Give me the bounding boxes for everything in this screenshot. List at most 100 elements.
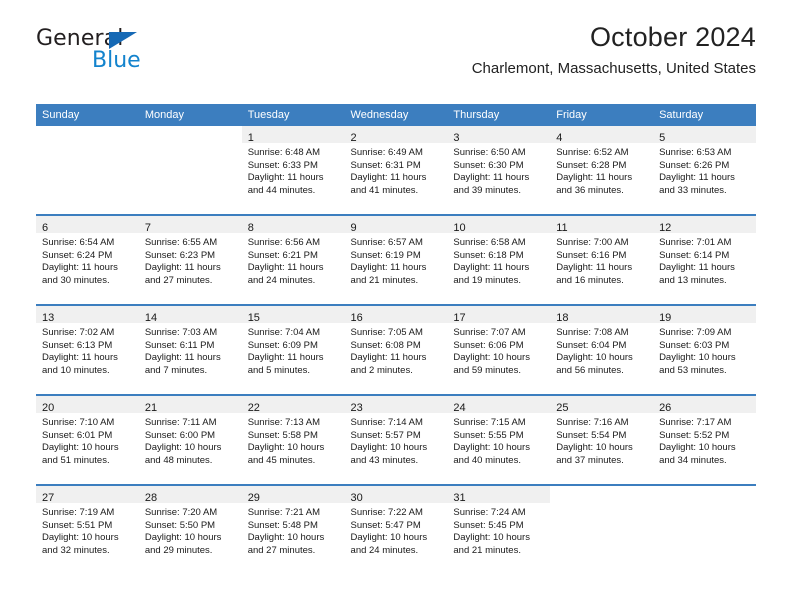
calendar-day-cell[interactable]: 7 Sunrise: 6:55 AM Sunset: 6:23 PM Daylight…	[138, 214, 242, 305]
daylight-duration-line2: and 33 minutes.	[659, 184, 727, 196]
calendar-day-cell[interactable]: 28 Sunrise: 7:20 AM Sunset: 5:50 PM Dayligh…	[138, 484, 242, 574]
calendar-day-cell[interactable]: 10 Sunrise: 6:58 AM Sunset: 6:18 PM Dayligh…	[447, 214, 551, 305]
calendar-day-cell[interactable]: 3 Sunrise: 6:50 AM Sunset: 6:30 PM Daylight…	[447, 126, 551, 215]
sunrise-time: Sunrise: 7:03 AM	[144, 327, 218, 338]
daylight-duration-line2: and 36 minutes.	[556, 184, 624, 196]
calendar-day-cell[interactable]: 4 Sunrise: 6:52 AM Sunset: 6:28 PM Daylight…	[550, 126, 654, 215]
sunset-time: Sunset: 6:13 PM	[42, 339, 113, 351]
sunset-time: Sunset: 5:57 PM	[350, 429, 421, 441]
sunrise-time: Sunrise: 7:14 AM	[350, 417, 423, 428]
day-number-band: 16	[344, 306, 448, 324]
daylight-duration-line2: and 29 minutes.	[144, 544, 213, 556]
sunrise-time: Sunrise: 7:01 AM	[659, 237, 732, 248]
daylight-duration-line1: Daylight: 11 hours	[350, 262, 427, 274]
day-cell-content: 5 Sunrise: 6:53 AM Sunset: 6:26 PM Daylight…	[653, 126, 756, 214]
calendar-day-cell[interactable]: 29 Sunrise: 7:21 AM Sunset: 5:48 PM Dayligh…	[241, 484, 345, 574]
calendar-day-cell[interactable]: 17 Sunrise: 7:07 AM Sunset: 6:06 PM Dayligh…	[447, 304, 551, 395]
day-details: Sunrise: 6:55 AM Sunset: 6:23 PM Daylight:…	[139, 233, 242, 287]
daylight-duration-line1: Daylight: 10 hours	[659, 352, 736, 364]
day-number-band: 15	[241, 306, 345, 324]
calendar-day-cell[interactable]: 27 Sunrise: 7:19 AM Sunset: 5:51 PM Dayligh…	[36, 484, 139, 574]
calendar-day-cell[interactable]: 6 Sunrise: 6:54 AM Sunset: 6:24 PM Daylight…	[36, 214, 139, 305]
sunrise-time: Sunrise: 7:21 AM	[247, 507, 321, 518]
daylight-duration-line1: Daylight: 11 hours	[247, 262, 324, 274]
calendar-day-cell[interactable]: 19 Sunrise: 7:09 AM Sunset: 6:03 PM Dayligh…	[653, 304, 756, 395]
logo-text-blue: Blue	[92, 48, 141, 73]
day-number-band	[139, 126, 242, 143]
calendar-day-cell[interactable]: 20 Sunrise: 7:10 AM Sunset: 6:01 PM Dayligh…	[36, 394, 139, 485]
calendar-day-cell[interactable]: 11 Sunrise: 7:00 AM Sunset: 6:16 PM Dayligh…	[550, 214, 654, 305]
day-cell-content: 27 Sunrise: 7:19 AM Sunset: 5:51 PM Dayligh…	[36, 486, 139, 574]
day-cell-content: 6 Sunrise: 6:54 AM Sunset: 6:24 PM Daylight…	[36, 216, 139, 304]
day-number: 30	[350, 492, 363, 504]
general-blue-logo[interactable]: General Blue	[36, 28, 256, 78]
daylight-duration-line2: and 13 minutes.	[659, 274, 727, 286]
sunrise-time: Sunrise: 7:05 AM	[350, 327, 423, 338]
daylight-duration-line2: and 53 minutes.	[659, 364, 727, 376]
calendar-day-cell-empty	[653, 484, 756, 574]
sunset-time: Sunset: 5:51 PM	[42, 519, 113, 531]
weekday-header-sunday: Sunday	[36, 104, 139, 126]
sunset-time: Sunset: 6:08 PM	[350, 339, 421, 351]
calendar-day-cell[interactable]: 5 Sunrise: 6:53 AM Sunset: 6:26 PM Daylight…	[653, 126, 756, 215]
calendar-day-cell[interactable]: 14 Sunrise: 7:03 AM Sunset: 6:11 PM Dayligh…	[138, 304, 242, 395]
day-details: Sunrise: 7:03 AM Sunset: 6:11 PM Daylight:…	[139, 323, 242, 377]
day-number: 14	[144, 312, 158, 324]
sunset-time: Sunset: 6:03 PM	[659, 339, 730, 351]
day-number: 2	[350, 132, 357, 144]
day-number: 31	[453, 492, 466, 504]
sunrise-time: Sunrise: 6:48 AM	[247, 147, 321, 158]
daylight-duration-line1: Daylight: 11 hours	[247, 172, 324, 184]
day-cell-content: 12 Sunrise: 7:01 AM Sunset: 6:14 PM Dayligh…	[653, 216, 756, 304]
day-number-band: 29	[241, 486, 345, 504]
sunset-time: Sunset: 5:52 PM	[659, 429, 730, 441]
sunset-time: Sunset: 5:55 PM	[453, 429, 524, 441]
calendar-day-cell[interactable]: 31 Sunrise: 7:24 AM Sunset: 5:45 PM Dayligh…	[447, 484, 551, 574]
daylight-duration-line1: Daylight: 11 hours	[659, 172, 735, 184]
calendar-day-cell[interactable]: 16 Sunrise: 7:05 AM Sunset: 6:08 PM Dayligh…	[344, 304, 448, 395]
day-cell-content: 4 Sunrise: 6:52 AM Sunset: 6:28 PM Daylight…	[550, 126, 654, 214]
day-number: 5	[659, 132, 666, 144]
sunset-time: Sunset: 6:23 PM	[144, 249, 216, 261]
daylight-duration-line1: Daylight: 11 hours	[350, 172, 427, 184]
day-number-band	[653, 486, 756, 503]
sunrise-time: Sunrise: 7:20 AM	[144, 507, 218, 518]
daylight-duration-line2: and 16 minutes.	[556, 274, 624, 286]
page-title: October 2024	[589, 22, 756, 52]
daylight-duration-line1: Daylight: 10 hours	[453, 532, 530, 544]
day-details: Sunrise: 7:08 AM Sunset: 6:04 PM Daylight:…	[550, 323, 653, 377]
daylight-duration-line1: Daylight: 10 hours	[42, 532, 119, 544]
calendar-day-cell[interactable]: 22 Sunrise: 7:13 AM Sunset: 5:58 PM Dayligh…	[241, 394, 345, 485]
calendar-day-cell[interactable]: 23 Sunrise: 7:14 AM Sunset: 5:57 PM Dayligh…	[344, 394, 448, 485]
day-number-band: 10	[447, 216, 551, 234]
calendar-day-cell[interactable]: 2 Sunrise: 6:49 AM Sunset: 6:31 PM Daylight…	[344, 126, 448, 215]
day-number-band: 28	[138, 486, 242, 504]
calendar-day-cell[interactable]: 18 Sunrise: 7:08 AM Sunset: 6:04 PM Dayligh…	[550, 304, 654, 395]
day-details	[550, 503, 653, 507]
calendar-day-cell[interactable]: 21 Sunrise: 7:11 AM Sunset: 6:00 PM Dayligh…	[138, 394, 242, 485]
day-number-band: 3	[447, 126, 551, 144]
day-number: 23	[350, 402, 363, 414]
sunset-time: Sunset: 5:50 PM	[144, 519, 216, 531]
sunrise-time: Sunrise: 7:07 AM	[453, 327, 526, 338]
calendar-day-cell[interactable]: 26 Sunrise: 7:17 AM Sunset: 5:52 PM Dayligh…	[653, 394, 756, 485]
calendar-day-cell[interactable]: 12 Sunrise: 7:01 AM Sunset: 6:14 PM Dayligh…	[653, 214, 756, 305]
calendar-day-cell[interactable]: 13 Sunrise: 7:02 AM Sunset: 6:13 PM Dayligh…	[36, 304, 139, 395]
calendar-day-cell[interactable]: 25 Sunrise: 7:16 AM Sunset: 5:54 PM Dayligh…	[550, 394, 654, 485]
calendar-day-cell[interactable]: 1 Sunrise: 6:48 AM Sunset: 6:33 PM Daylight…	[241, 126, 345, 215]
sunrise-time: Sunrise: 7:13 AM	[247, 417, 321, 428]
calendar-day-cell[interactable]: 9 Sunrise: 6:57 AM Sunset: 6:19 PM Daylight…	[344, 214, 448, 305]
day-cell-content: 21 Sunrise: 7:11 AM Sunset: 6:00 PM Dayligh…	[138, 396, 242, 484]
calendar-day-cell[interactable]: 8 Sunrise: 6:56 AM Sunset: 6:21 PM Daylight…	[241, 214, 345, 305]
daylight-duration-line2: and 45 minutes.	[247, 454, 316, 466]
day-number: 29	[247, 492, 260, 504]
day-cell-content: 26 Sunrise: 7:17 AM Sunset: 5:52 PM Dayligh…	[653, 396, 756, 484]
daylight-duration-line2: and 34 minutes.	[659, 454, 727, 466]
daylight-duration-line2: and 44 minutes.	[247, 184, 316, 196]
calendar-day-cell[interactable]: 24 Sunrise: 7:15 AM Sunset: 5:55 PM Dayligh…	[447, 394, 551, 485]
calendar-page: General Blue October 2024 Charlemont, Ma…	[0, 0, 792, 612]
daylight-duration-line2: and 21 minutes.	[453, 544, 521, 556]
day-cell-content: 13 Sunrise: 7:02 AM Sunset: 6:13 PM Dayligh…	[36, 306, 139, 394]
calendar-day-cell[interactable]: 30 Sunrise: 7:22 AM Sunset: 5:47 PM Dayligh…	[344, 484, 448, 574]
calendar-day-cell[interactable]: 15 Sunrise: 7:04 AM Sunset: 6:09 PM Dayligh…	[241, 304, 345, 395]
